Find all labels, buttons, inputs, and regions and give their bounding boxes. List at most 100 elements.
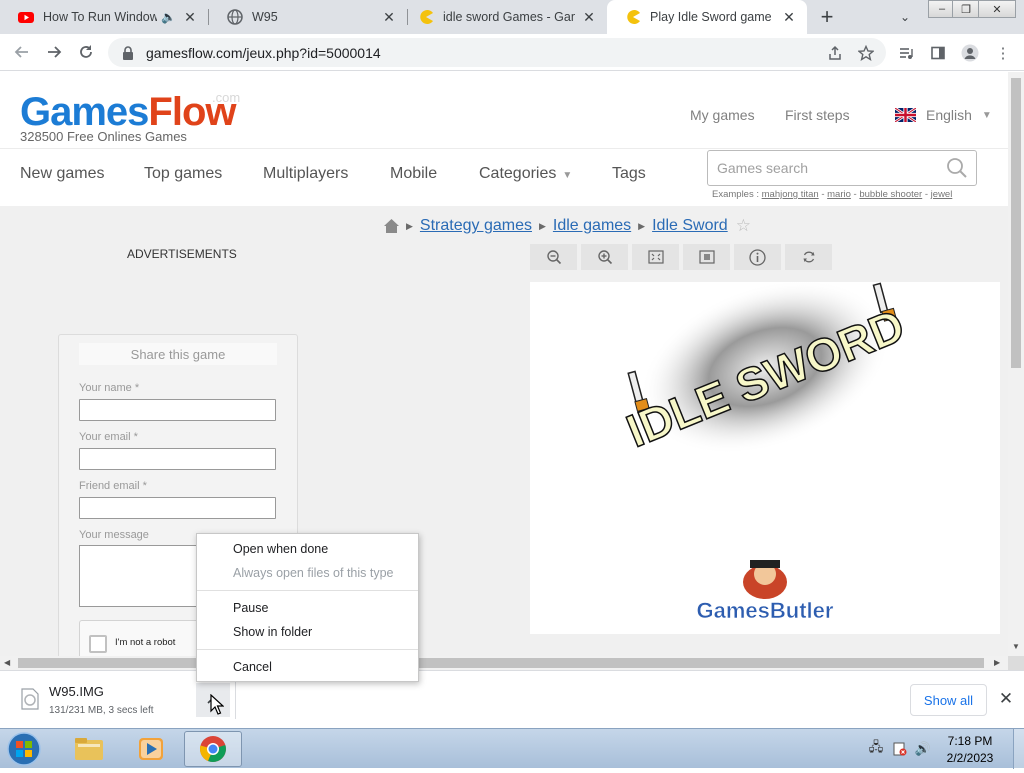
lock-icon[interactable] <box>120 45 136 61</box>
menu-mobile[interactable]: Mobile <box>390 165 437 183</box>
example-link[interactable]: bubble shooter <box>859 189 922 200</box>
show-all-button[interactable]: Show all <box>910 684 987 716</box>
breadcrumb-idle-sword[interactable]: Idle Sword <box>652 217 728 235</box>
menu-cancel[interactable]: Cancel <box>233 660 272 674</box>
show-desktop-button[interactable] <box>1013 729 1024 769</box>
tab-title: W95 <box>252 10 278 24</box>
tab-w95[interactable]: W95 ✕ <box>209 0 407 34</box>
menu-separator <box>197 590 418 591</box>
menu-always-open-files[interactable]: Always open files of this type <box>233 566 394 580</box>
gamesbutler-text: GamesButler <box>697 598 834 623</box>
restore-button[interactable]: ❐ <box>952 0 980 18</box>
menu-categories-label: Categories <box>479 165 557 182</box>
uk-flag-icon <box>895 108 916 122</box>
url-text[interactable]: gamesflow.com/jeux.php?id=5000014 <box>146 45 381 61</box>
fit-screen-button[interactable] <box>632 244 679 270</box>
folder-icon <box>75 738 103 760</box>
vertical-scroll-thumb[interactable] <box>1011 78 1021 368</box>
tab-youtube[interactable]: How To Run Window 🔈 ✕ <box>0 0 208 34</box>
language-selector[interactable]: English ▼ <box>895 107 992 123</box>
tab-search-icon[interactable]: ⌄ <box>896 8 914 26</box>
action-center-tray-icon[interactable] <box>892 741 908 757</box>
taskbar-explorer[interactable] <box>60 731 118 767</box>
close-tab-icon[interactable]: ✕ <box>182 9 198 25</box>
example-link[interactable]: jewel <box>931 189 953 200</box>
breadcrumb-arrow-icon: ▶ <box>538 220 546 231</box>
zoom-out-button[interactable] <box>530 244 577 270</box>
forward-button[interactable] <box>42 40 66 64</box>
new-tab-button[interactable]: + <box>815 4 839 29</box>
close-tab-icon[interactable]: ✕ <box>781 9 797 25</box>
scroll-right-arrow-icon[interactable]: ▶ <box>994 658 1000 667</box>
chevron-down-icon: ▼ <box>981 109 992 121</box>
close-tab-icon[interactable]: ✕ <box>581 9 597 25</box>
share-icon[interactable] <box>825 43 845 63</box>
start-button[interactable] <box>4 730 48 768</box>
site-tagline: 328500 Free Onlines Games <box>20 129 187 144</box>
first-steps-link[interactable]: First steps <box>785 107 850 123</box>
address-bar[interactable]: gamesflow.com/jeux.php?id=5000014 <box>108 38 886 67</box>
breadcrumb-strategy-games[interactable]: Strategy games <box>420 217 532 235</box>
reload-game-button[interactable] <box>785 244 832 270</box>
example-link[interactable]: mahjong titan <box>762 189 819 200</box>
scroll-left-arrow-icon[interactable]: ◀ <box>4 658 10 667</box>
clock-date[interactable]: 2/2/2023 <box>940 751 1000 765</box>
horizontal-scrollbar[interactable]: ◀ ▶ <box>0 656 1008 670</box>
scroll-down-arrow-icon[interactable]: ▼ <box>1012 642 1020 651</box>
info-button[interactable] <box>734 244 781 270</box>
menu-categories[interactable]: Categories ▼ <box>479 165 572 183</box>
speaker-icon[interactable]: 🔈 <box>161 10 176 24</box>
bookmark-star-icon[interactable] <box>856 43 876 63</box>
tab-play-idle-sword[interactable]: Play Idle Sword game - G ✕ <box>607 0 807 34</box>
menu-new-games[interactable]: New games <box>20 165 104 183</box>
zoom-out-icon <box>546 250 561 265</box>
back-button[interactable] <box>10 40 34 64</box>
vertical-scrollbar[interactable]: ▼ <box>1008 72 1024 656</box>
recaptcha-checkbox[interactable] <box>89 635 107 653</box>
taskbar-chrome[interactable] <box>184 731 242 767</box>
menu-pause[interactable]: Pause <box>233 601 268 615</box>
favorite-star-icon[interactable]: ☆ <box>736 216 751 236</box>
search-input[interactable] <box>717 160 946 176</box>
zoom-in-button[interactable] <box>581 244 628 270</box>
clock-time[interactable]: 7:18 PM <box>940 734 1000 748</box>
tab-idle-sword-games[interactable]: idle sword Games - Game ✕ <box>400 0 607 34</box>
game-canvas[interactable]: IDLE SWORD GamesButler <box>530 279 1000 634</box>
your-email-field[interactable] <box>79 448 276 470</box>
logo-com-text: .com <box>212 90 241 105</box>
menu-top-games[interactable]: Top games <box>144 165 222 183</box>
fullscreen-button[interactable] <box>683 244 730 270</box>
profile-avatar-icon[interactable] <box>960 43 980 63</box>
my-games-link[interactable]: My games <box>690 107 755 123</box>
menu-show-in-folder[interactable]: Show in folder <box>233 625 312 639</box>
language-label: English <box>926 107 972 123</box>
web-page: GamesFlow .com 328500 Free Onlines Games… <box>0 72 1008 656</box>
menu-multiplayers[interactable]: Multiplayers <box>263 165 348 183</box>
horizontal-scroll-thumb[interactable] <box>18 658 984 668</box>
taskbar-media-player[interactable] <box>122 731 180 767</box>
network-tray-icon[interactable]: 🖧 <box>868 739 884 757</box>
kebab-menu-icon[interactable]: ⋮ <box>993 43 1013 63</box>
close-window-button[interactable]: ✕ <box>978 0 1016 18</box>
close-tab-icon[interactable]: ✕ <box>381 9 397 25</box>
menu-tags[interactable]: Tags <box>612 165 646 183</box>
refresh-icon <box>803 251 814 263</box>
menu-open-when-done[interactable]: Open when done <box>233 542 328 556</box>
advertisements-label: ADVERTISEMENTS <box>127 247 237 261</box>
reload-button[interactable] <box>74 40 98 64</box>
home-icon[interactable] <box>384 219 399 233</box>
download-context-menu: Open when done Always open files of this… <box>196 533 419 682</box>
logo-games-text: Games <box>20 90 149 134</box>
gamesbutler-logo: GamesButler <box>696 560 834 623</box>
close-shelf-icon[interactable]: ✕ <box>996 689 1016 709</box>
friend-email-field[interactable] <box>79 497 276 519</box>
volume-tray-icon[interactable]: 🔊 <box>915 741 931 757</box>
breadcrumb-idle-games[interactable]: Idle games <box>553 217 631 235</box>
search-icon[interactable] <box>946 157 968 179</box>
your-name-field[interactable] <box>79 399 276 421</box>
side-panel-icon[interactable] <box>928 43 948 63</box>
examples-label: Examples : <box>712 189 759 200</box>
media-control-icon[interactable] <box>896 43 916 63</box>
tab-title: Play Idle Sword game - G <box>650 10 775 24</box>
example-link[interactable]: mario <box>827 189 851 200</box>
